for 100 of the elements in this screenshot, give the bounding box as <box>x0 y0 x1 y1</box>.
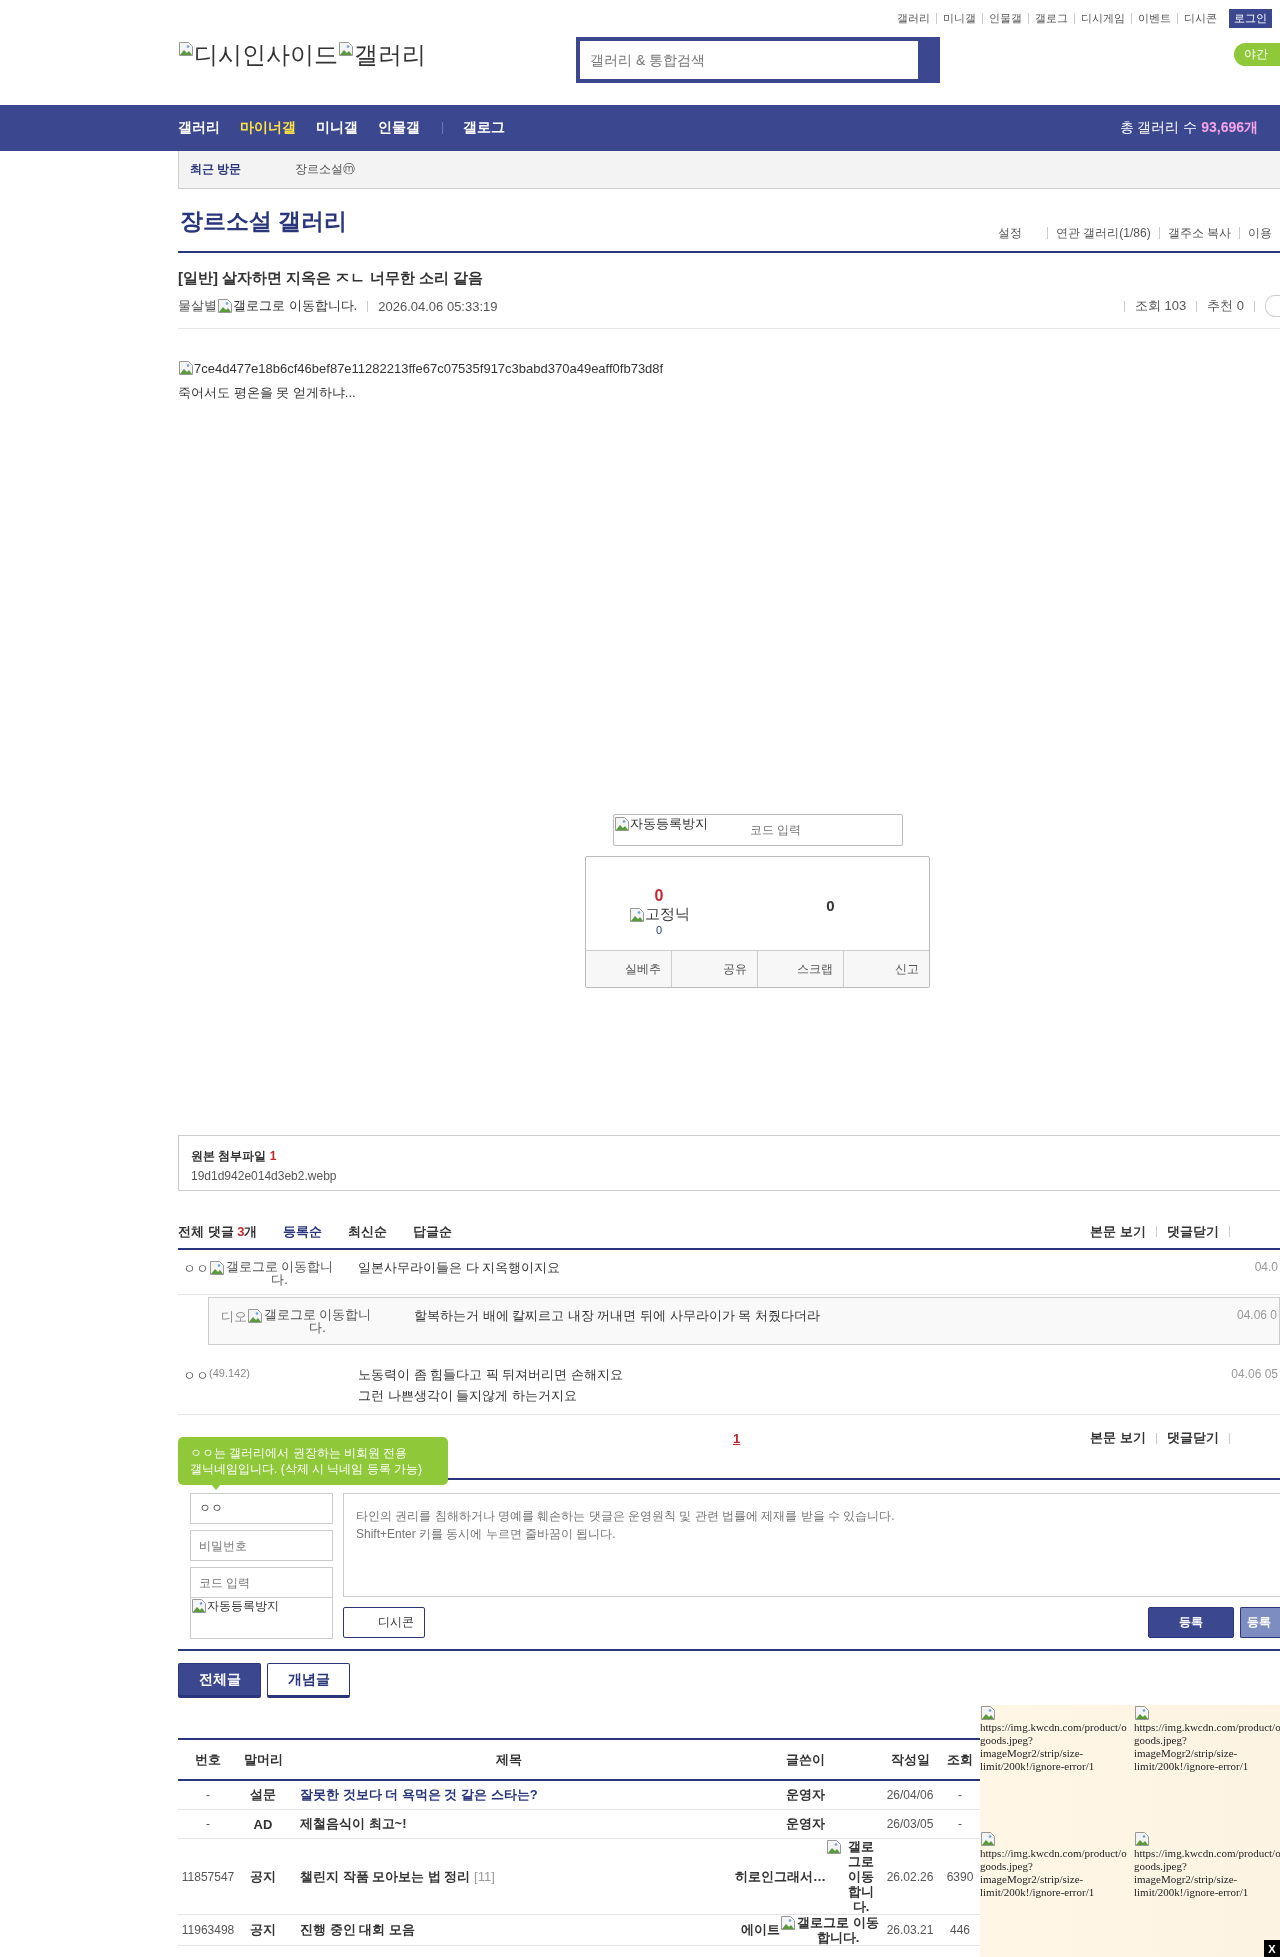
column-header: 제목 <box>288 1739 730 1780</box>
broken-image-icon <box>826 1839 842 1855</box>
nav-tab[interactable]: 갤로그 <box>463 119 505 137</box>
view-count: 조회 103 <box>1134 297 1187 315</box>
gallery-link[interactable]: 이용 <box>1239 227 1280 239</box>
comment-count: 전체 댓글 3개 <box>178 1222 258 1241</box>
logo-text[interactable]: 갤러리 <box>354 39 426 71</box>
captcha-alt-text: 자동등록방지 <box>630 815 708 833</box>
comment-author[interactable]: ㅇㅇ <box>183 1260 209 1278</box>
broken-image-icon <box>980 1831 996 1847</box>
sort-tab[interactable]: 답글순 <box>413 1222 453 1241</box>
nav-tab[interactable]: 갤러리 <box>178 119 220 137</box>
round-button[interactable] <box>1265 295 1280 317</box>
recent-gallery-link[interactable]: 장르소설ⓜ <box>295 161 356 178</box>
page-number[interactable]: 1 <box>733 1430 741 1446</box>
nav-tab[interactable]: 미니갤 <box>316 119 358 137</box>
list-tab[interactable]: 개념글 <box>267 1663 350 1698</box>
broken-image-icon <box>247 1308 263 1324</box>
table-cell: - <box>178 1780 238 1810</box>
top-link[interactable]: 디시콘 <box>1177 13 1223 24</box>
top-link[interactable]: 갤로그 <box>1028 13 1074 24</box>
submit-button[interactable]: 등록 <box>1148 1607 1234 1638</box>
top-link[interactable]: 이벤트 <box>1131 13 1177 24</box>
comment-text: 할복하는거 배에 칼찌르고 내장 꺼내면 뒤에 사무라이가 목 처줬다더라 <box>414 1307 821 1325</box>
column-header: 글쓴이 <box>730 1739 880 1780</box>
top-link[interactable]: 미니갤 <box>936 13 982 24</box>
ad-image-alt-text[interactable]: https://img.kwcdn.com/product/o goods.jpeg? imageMogr2/strip/size- limit/200k!/ignore-error/1 <box>980 1721 1134 1773</box>
login-button[interactable]: 로그인 <box>1229 9 1272 28</box>
broken-image-icon <box>178 41 194 57</box>
broken-image-icon <box>1134 1831 1150 1847</box>
ad-image-alt-text[interactable]: https://img.kwcdn.com/product/o goods.jpeg? imageMogr2/strip/size- limit/200k!/ignore-error/1 <box>1134 1721 1280 1773</box>
ad-image-alt-text[interactable]: https://img.kwcdn.com/product/o goods.jpeg? imageMogr2/strip/size- limit/200k!/ignore-error/1 <box>980 1847 1134 1899</box>
reply-count: [11] <box>474 1868 495 1884</box>
column-header: 말머리 <box>238 1739 288 1780</box>
broken-image-icon <box>217 298 233 314</box>
tooltip-pointer <box>210 1483 222 1490</box>
comment-author[interactable]: ㅇㅇ <box>183 1367 209 1385</box>
table-cell: - <box>178 1809 238 1839</box>
downvote-count: 0 <box>826 897 835 916</box>
table-cell: 11857547 <box>178 1838 238 1915</box>
post-body-text: 죽어서도 평온을 못 얻게하냐... <box>178 384 357 402</box>
table-cell: 운영자 <box>730 1809 880 1839</box>
nickname-field[interactable]: ㅇㅇ <box>190 1493 333 1524</box>
ad-image-alt-text[interactable]: https://img.kwcdn.com/product/o goods.jpeg? imageMogr2/strip/size- limit/200k!/ignore-error/1 <box>1134 1847 1280 1899</box>
sort-tab[interactable]: 등록순 <box>283 1222 323 1241</box>
comment-action-link[interactable]: 본문 보기 <box>1090 1429 1146 1447</box>
captcha-alt-text: 자동등록방지 <box>207 1598 279 1615</box>
gallery-count: 총 갤러리 수 93,696개 <box>1119 119 1258 137</box>
table-cell: 26.02.26 <box>880 1838 940 1915</box>
writer-name: 에이트 <box>741 1921 780 1939</box>
captcha-field[interactable]: 코드 입력 <box>190 1567 333 1598</box>
post-link[interactable]: 제철음식이 최고~! <box>300 1816 407 1831</box>
attachment-label: 원본 첨부파일 1 <box>191 1148 278 1165</box>
post-author[interactable]: 물살별 <box>178 297 217 315</box>
sort-tab[interactable]: 최신순 <box>348 1222 388 1241</box>
password-field[interactable]: 비밀번호 <box>190 1530 333 1561</box>
top-link[interactable]: 디시게임 <box>1074 13 1131 24</box>
gallery-title[interactable]: 장르소설 갤러리 <box>180 206 348 237</box>
comment-action-link[interactable]: 댓글닫기 <box>1167 1222 1219 1241</box>
close-button[interactable]: X <box>1264 1940 1280 1957</box>
recommend-count: 추천 0 <box>1207 297 1244 315</box>
gallery-link[interactable]: 갤주소 복사 <box>1158 227 1239 239</box>
list-tab[interactable]: 전체글 <box>178 1663 261 1698</box>
comment-text: 노동력이 좀 힘들다고 픽 뒤져버리면 손해지요 그런 나쁜생각이 들지않게 하는거지요 <box>358 1366 625 1405</box>
top-link[interactable]: 갤러리 <box>891 13 936 24</box>
comment-action-link[interactable]: 본문 보기 <box>1090 1222 1146 1241</box>
vote-action-button[interactable]: 스크랩 <box>757 951 843 987</box>
broken-image-icon <box>191 1598 207 1614</box>
table-cell: AD <box>238 1809 288 1839</box>
comment-author[interactable]: 디오 <box>221 1308 247 1326</box>
gallery-link[interactable]: 설정 <box>989 227 1047 239</box>
broken-image-icon <box>1134 1705 1150 1721</box>
gallery-link[interactable]: 연관 갤러리(1/86) <box>1046 227 1159 239</box>
writer-name: 히로인그래서… <box>735 1867 826 1886</box>
vote-action-button[interactable]: 실베추 <box>586 951 671 987</box>
post-link[interactable]: 진행 중인 대회 모음 <box>300 1922 415 1937</box>
nav-tab[interactable]: 마이너갤 <box>240 119 296 137</box>
comment-text: 일본사무라이들은 다 지옥행이지요 <box>358 1259 562 1277</box>
column-header: 번호 <box>178 1739 238 1780</box>
vote-action-button[interactable]: 공유 <box>671 951 757 987</box>
top-link[interactable]: 인물갤 <box>982 13 1028 24</box>
dccon-button[interactable]: 디시콘 <box>343 1607 425 1638</box>
table-cell: 공지 <box>238 1914 288 1946</box>
post-link[interactable]: 잘못한 것보다 더 욕먹은 것 같은 스타는? <box>300 1787 538 1802</box>
nav-tab[interactable]: 인물갤 <box>378 119 420 137</box>
logo-text[interactable]: 디시인사이드 <box>194 39 338 71</box>
broken-image-icon <box>980 1705 996 1721</box>
search-field[interactable]: 갤러리 & 통합검색 <box>579 40 919 80</box>
broken-image-icon <box>614 816 630 832</box>
comment-action-link[interactable]: 댓글닫기 <box>1167 1429 1219 1447</box>
comment-textarea[interactable]: 타인의 권리를 침해하거나 명예를 훼손하는 댓글은 운영원칙 및 관련 법률에 제재를 받을 수 있습니다. Shift+Enter 키를 동시에 누르면 줄바꿈이 됩니다. <box>343 1493 1280 1597</box>
table-cell: 26/04/06 <box>880 1780 940 1810</box>
broken-image-icon <box>338 41 354 57</box>
broken-image-icon <box>178 360 194 376</box>
vote-action-button[interactable]: 신고 <box>843 951 929 987</box>
attachment-file-link[interactable]: 19d1d942e014d3eb2.webp <box>191 1169 1268 1183</box>
post-date: 2026.04.06 05:33:19 <box>378 298 498 314</box>
comment-date: 04.06 05 <box>1231 1367 1278 1383</box>
image-alt-text: 7ce4d477e18b6cf46bef87e11282213ffe67c07535f917c3babd370a49eaff0fb73d8f <box>194 360 664 376</box>
post-link[interactable]: 챌린지 작품 모아보는 법 정리 <box>300 1868 471 1884</box>
